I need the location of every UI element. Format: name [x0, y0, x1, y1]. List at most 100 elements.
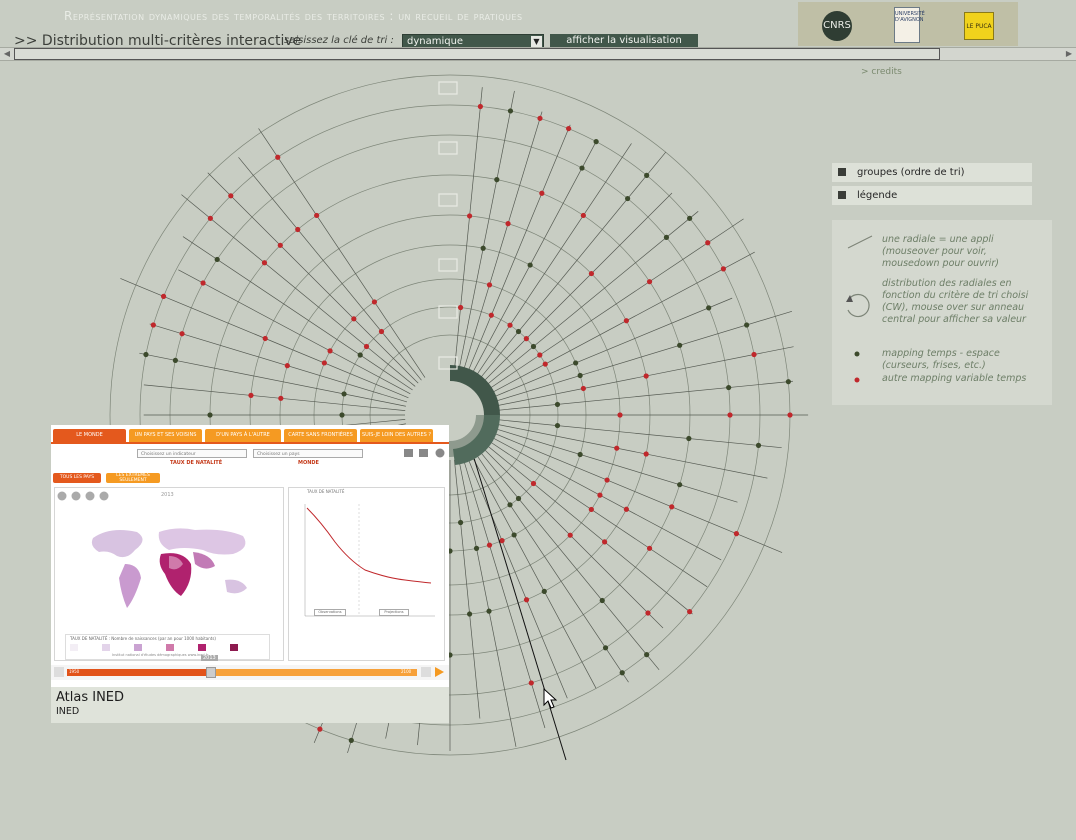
- radial-line[interactable]: [258, 128, 426, 378]
- radial-line[interactable]: [238, 157, 422, 381]
- red-dot[interactable]: [542, 361, 548, 367]
- cnrs-logo[interactable]: CNRS: [822, 11, 852, 41]
- red-dot[interactable]: [669, 504, 675, 510]
- red-dot[interactable]: [643, 373, 649, 379]
- radial-line[interactable]: [494, 419, 782, 449]
- red-dot[interactable]: [317, 726, 323, 732]
- green-dot[interactable]: [644, 652, 650, 658]
- green-dot[interactable]: [143, 351, 149, 358]
- green-dot[interactable]: [511, 532, 517, 538]
- green-dot[interactable]: [172, 357, 178, 363]
- preview-tab-2[interactable]: UN PAYS ET SES VOISINS: [129, 429, 202, 442]
- red-dot[interactable]: [646, 279, 653, 285]
- green-dot[interactable]: [515, 495, 522, 502]
- red-dot[interactable]: [588, 506, 594, 513]
- red-dot[interactable]: [284, 363, 290, 369]
- red-dot[interactable]: [751, 351, 757, 358]
- green-dot[interactable]: [530, 343, 537, 350]
- red-dot[interactable]: [528, 680, 534, 686]
- green-dot[interactable]: [554, 422, 561, 429]
- green-dot[interactable]: [473, 545, 480, 551]
- red-dot[interactable]: [604, 477, 610, 483]
- preview-timeline[interactable]: 1950 2100 2013: [51, 655, 449, 680]
- scroll-left-icon[interactable]: ◀: [2, 49, 12, 59]
- preview-country-select[interactable]: Choisissez un pays: [253, 449, 363, 458]
- green-dot[interactable]: [755, 442, 762, 448]
- red-dot[interactable]: [523, 597, 530, 603]
- red-dot[interactable]: [477, 103, 483, 110]
- green-dot[interactable]: [357, 352, 363, 358]
- green-dot[interactable]: [494, 177, 500, 183]
- green-dot[interactable]: [593, 139, 599, 145]
- green-dot[interactable]: [554, 401, 561, 408]
- red-dot[interactable]: [507, 322, 513, 328]
- sort-key-select[interactable]: dynamique ▼: [402, 34, 544, 48]
- scroll-right-icon[interactable]: ▶: [1064, 49, 1074, 59]
- radial-line[interactable]: [470, 140, 597, 376]
- red-dot[interactable]: [295, 226, 301, 233]
- group-icon[interactable]: [438, 258, 458, 272]
- preview-indicator-select[interactable]: Choisissez un indicateur: [137, 449, 247, 458]
- green-dot[interactable]: [744, 322, 750, 328]
- show-visualization-button[interactable]: afficher la visualisation: [550, 34, 698, 48]
- red-dot[interactable]: [580, 385, 586, 392]
- green-dot[interactable]: [515, 328, 522, 335]
- red-dot[interactable]: [467, 213, 473, 219]
- red-dot[interactable]: [597, 492, 603, 498]
- red-dot[interactable]: [617, 412, 623, 418]
- preview-tab-3[interactable]: D'UN PAYS À L'AUTRE: [205, 429, 281, 442]
- red-dot[interactable]: [530, 480, 537, 487]
- red-dot[interactable]: [614, 445, 620, 451]
- red-dot[interactable]: [523, 336, 529, 342]
- green-dot[interactable]: [577, 372, 583, 379]
- red-dot[interactable]: [623, 506, 629, 512]
- red-dot[interactable]: [277, 242, 283, 248]
- radial-line[interactable]: [454, 459, 481, 719]
- preview-toolbar-icons[interactable]: [403, 447, 447, 459]
- green-dot[interactable]: [573, 360, 579, 366]
- green-dot[interactable]: [207, 412, 213, 418]
- group-icon[interactable]: [438, 141, 458, 155]
- red-dot[interactable]: [371, 299, 378, 305]
- chevron-down-icon[interactable]: ▼: [531, 36, 542, 47]
- red-dot[interactable]: [321, 360, 327, 366]
- green-dot[interactable]: [507, 502, 513, 508]
- red-dot[interactable]: [248, 392, 254, 398]
- green-dot[interactable]: [341, 391, 347, 397]
- green-dot[interactable]: [663, 234, 670, 240]
- red-dot[interactable]: [457, 304, 464, 311]
- group-icon[interactable]: [438, 193, 458, 207]
- green-dot[interactable]: [577, 451, 583, 458]
- green-dot[interactable]: [619, 670, 625, 676]
- green-dot[interactable]: [457, 519, 464, 526]
- green-dot[interactable]: [644, 172, 650, 178]
- red-dot[interactable]: [378, 328, 385, 335]
- red-dot[interactable]: [566, 125, 572, 132]
- green-dot[interactable]: [625, 195, 631, 202]
- credits-link[interactable]: > credits: [861, 67, 902, 77]
- timeline-forward-icon[interactable]: [421, 667, 431, 677]
- red-dot[interactable]: [537, 352, 543, 358]
- red-dot[interactable]: [275, 154, 281, 160]
- red-dot[interactable]: [363, 343, 370, 350]
- green-dot[interactable]: [599, 597, 605, 604]
- green-dot[interactable]: [686, 435, 692, 442]
- green-dot[interactable]: [348, 737, 354, 743]
- map-zoom-icons[interactable]: [57, 491, 113, 502]
- scrollbar-thumb[interactable]: [14, 48, 940, 60]
- red-dot[interactable]: [486, 542, 493, 548]
- red-dot[interactable]: [602, 539, 608, 545]
- radial-line[interactable]: [481, 192, 673, 384]
- groups-toggle[interactable]: groupes (ordre de tri): [832, 163, 1032, 182]
- red-dot[interactable]: [727, 412, 733, 418]
- red-dot[interactable]: [623, 318, 629, 324]
- highlighted-radial[interactable]: [469, 444, 567, 761]
- red-dot[interactable]: [179, 331, 185, 337]
- preview-extremes-pill[interactable]: LES EXTRÊMES SEULEMENT: [106, 473, 160, 483]
- red-dot[interactable]: [588, 270, 595, 277]
- green-dot[interactable]: [480, 245, 486, 251]
- horizontal-scrollbar[interactable]: ◀ ▶: [0, 47, 1076, 61]
- red-dot[interactable]: [567, 532, 573, 538]
- group-icon[interactable]: [438, 305, 458, 319]
- red-dot[interactable]: [150, 322, 156, 328]
